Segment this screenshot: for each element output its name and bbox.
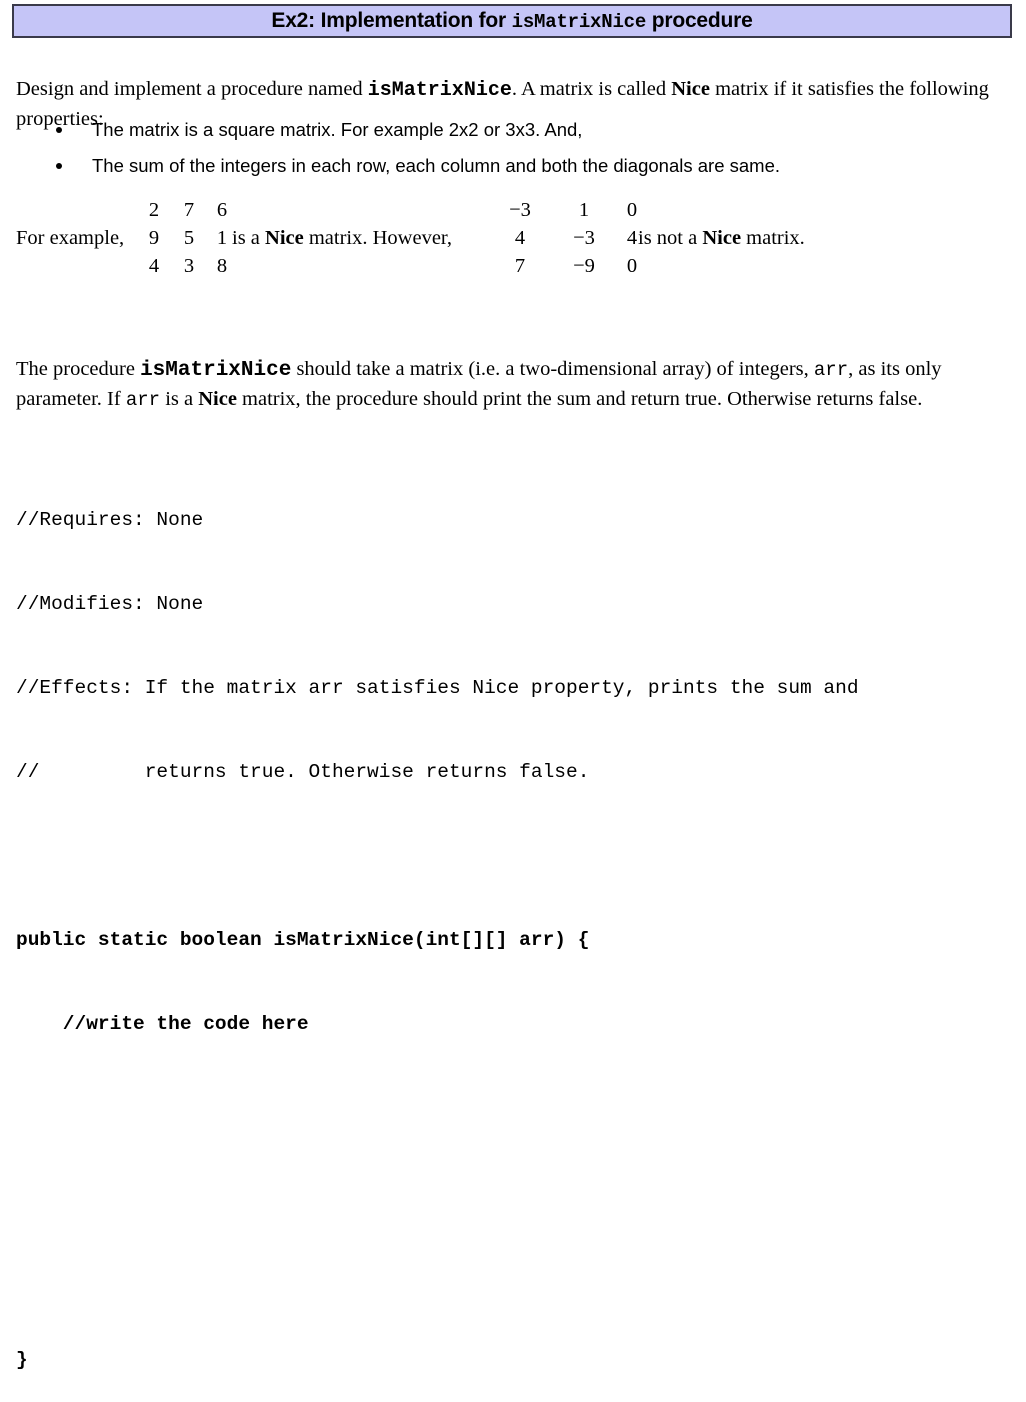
properties-bullet-list: The matrix is a square matrix. For examp…	[0, 112, 1026, 184]
matrix2-caption: is not a Nice matrix.	[638, 224, 805, 252]
para2-code-identifier: isMatrixNice	[140, 358, 292, 382]
matrix1-caption: is a Nice matrix. However,	[232, 224, 452, 252]
code-line-write-code-here: //write the code here	[16, 1013, 309, 1035]
example-lead-in-label: For example,	[16, 227, 125, 249]
para2-code-arr-first: arr	[813, 358, 849, 381]
matrix2-cell-r0c2: 0	[626, 199, 638, 221]
matrix1-caption-pre: is a	[232, 227, 266, 249]
matrix1-cell-r1c2: 1	[216, 227, 228, 249]
matrix-row-top: 2 7 6 −3 1 0	[0, 196, 1026, 224]
matrix1-cell-r2c1: 3	[183, 255, 195, 277]
intro-part2: . A matrix is called	[511, 77, 672, 100]
example-matrices-block: 2 7 6 −3 1 0 For example, 9 5 1 is a Nic…	[0, 196, 1026, 280]
matrix2-cell-r0c1: 1	[578, 199, 590, 221]
matrix2-cell-r1c1: −3	[573, 227, 595, 249]
intro-emphasis-nice: Nice	[671, 77, 710, 100]
code-line: //Requires: None	[16, 509, 204, 531]
matrix2-cell-r2c0: 7	[514, 255, 526, 277]
matrix1-cell-r0c1: 7	[183, 199, 195, 221]
matrix2-cell-r1c0: 4	[514, 227, 526, 249]
matrix2-cell-r2c1: −9	[573, 255, 595, 277]
para2-code-arr-second: arr	[125, 388, 161, 411]
matrix-row-middle: For example, 9 5 1 is a Nice matrix. How…	[0, 224, 1026, 252]
matrix1-cell-r2c2: 8	[216, 255, 228, 277]
matrix1-cell-r2c0: 4	[148, 255, 160, 277]
list-item-label: The sum of the integers in each row, eac…	[92, 155, 780, 176]
matrix1-cell-r0c0: 2	[148, 199, 160, 221]
slide-title-banner: Ex2: Implementation for isMatrixNice pro…	[12, 4, 1012, 38]
para2-part4: is a	[160, 387, 199, 410]
list-item: The matrix is a square matrix. For examp…	[0, 112, 1026, 148]
page-title-prefix: Ex2: Implementation for	[271, 9, 512, 32]
matrix-row-bottom: 4 3 8 7 −9 0	[0, 252, 1026, 280]
matrix2-caption-post: matrix.	[741, 227, 805, 249]
matrix1-cell-r1c0: 9	[148, 227, 160, 249]
code-line-closing-brace: }	[16, 1349, 28, 1371]
intro-code-identifier: isMatrixNice	[367, 78, 512, 102]
para2-part5: matrix, the procedure should print the s…	[236, 387, 923, 410]
para2-part2: should take a matrix (i.e. a two-dimensi…	[291, 357, 814, 380]
procedure-description-paragraph: The procedure isMatrixNice should take a…	[16, 355, 1006, 414]
list-item-label: The matrix is a square matrix. For examp…	[92, 119, 583, 140]
code-line: //Modifies: None	[16, 593, 204, 615]
page-title: Ex2: Implementation for isMatrixNice pro…	[271, 9, 752, 33]
bullet-dot-icon	[56, 163, 62, 169]
matrix1-caption-emphasis: Nice	[265, 227, 304, 249]
matrix1-cell-r1c1: 5	[183, 227, 195, 249]
para2-part1: The procedure	[16, 357, 141, 380]
para2-emphasis-nice: Nice	[198, 387, 237, 410]
matrix2-caption-pre: is not a	[638, 227, 703, 249]
page-title-code: isMatrixNice	[511, 11, 647, 33]
page-title-suffix: procedure	[646, 9, 753, 32]
bullet-dot-icon	[56, 127, 62, 133]
list-item: The sum of the integers in each row, eac…	[0, 148, 1026, 184]
matrix1-cell-r0c2: 6	[216, 199, 228, 221]
intro-part1: Design and implement a procedure named	[16, 77, 368, 100]
code-line-method-signature: public static boolean isMatrixNice(int[]…	[16, 929, 590, 951]
matrix2-cell-r0c0: −3	[509, 199, 531, 221]
code-skeleton-block: //Requires: None //Modifies: None //Effe…	[16, 450, 1016, 1402]
matrix2-caption-emphasis: Nice	[702, 227, 742, 249]
matrix2-cell-r2c2: 0	[626, 255, 638, 277]
matrix1-caption-post: matrix. However,	[303, 227, 453, 249]
code-line: // returns true. Otherwise returns false…	[16, 761, 590, 783]
code-line: //Effects: If the matrix arr satisfies N…	[16, 677, 859, 699]
